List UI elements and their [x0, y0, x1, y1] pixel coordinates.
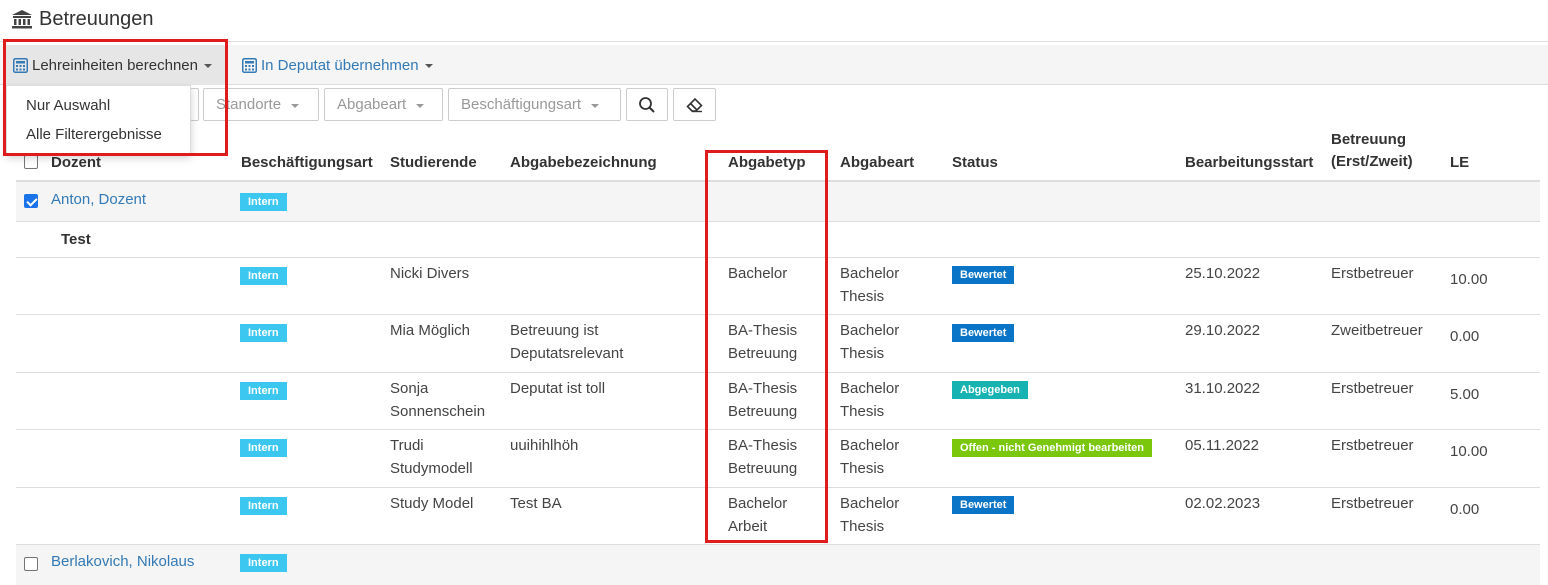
employment-badge: Intern	[240, 554, 287, 572]
col-abgabebezeichnung[interactable]: Abgabebezeichnung	[510, 152, 657, 174]
status-badge: Offen - nicht Genehmigt bearbeiten	[952, 439, 1152, 457]
abgabeart-cell: Bachelor Thesis	[840, 437, 900, 477]
filter-beschaeftigungsart-label: Beschäftigungsart	[461, 96, 582, 113]
filter-beschaeftigungsart[interactable]: Beschäftigungsart	[448, 88, 621, 121]
student-name: Nicki Divers	[390, 265, 470, 282]
institution-icon	[12, 10, 32, 29]
dozent-name-link[interactable]: Berlakovich, Nikolaus	[51, 551, 194, 574]
clear-filter-button[interactable]	[673, 88, 716, 121]
le-value: 5.00	[1450, 386, 1480, 403]
col-beschaeftigungsart[interactable]: Beschäftigungsart	[241, 152, 373, 174]
caret-down-icon	[591, 103, 600, 108]
start-date: 31.10.2022	[1185, 380, 1261, 397]
row-checkbox[interactable]	[24, 557, 38, 571]
le-value: 10.00	[1450, 443, 1488, 460]
betreuung-role: Erstbetreuer	[1331, 437, 1414, 454]
le-value: 10.00	[1450, 271, 1488, 288]
abgabebezeichnung-cell: uuihihlhöh	[510, 437, 579, 454]
page-title: Betreuungen	[39, 8, 154, 30]
col-betreuung[interactable]: Betreuung (Erst/Zweit)	[1331, 129, 1413, 173]
status-badge: Abgegeben	[952, 381, 1028, 399]
start-date: 05.11.2022	[1185, 437, 1259, 454]
betreuung-role: Erstbetreuer	[1331, 380, 1414, 397]
abgabeart-cell: Bachelor Thesis	[840, 380, 900, 420]
col-bearbeitungsstart[interactable]: Bearbeitungsstart	[1185, 152, 1313, 174]
abgabeart-cell: Bachelor Thesis	[840, 495, 900, 535]
abgabeart-cell: Bachelor Thesis	[840, 322, 900, 362]
highlight-box	[3, 39, 228, 156]
betreuung-role: Erstbetreuer	[1331, 265, 1414, 282]
select-all-checkbox[interactable]	[24, 155, 38, 169]
status-badge: Bewertet	[952, 324, 1015, 342]
toolbar: Lehreinheiten berechnen In Deputat übern…	[0, 45, 1548, 85]
start-date: 25.10.2022	[1185, 265, 1261, 282]
col-status[interactable]: Status	[952, 152, 998, 174]
filter-abgabeart[interactable]: Abgabeart	[324, 88, 443, 121]
employment-badge: Intern	[240, 324, 287, 342]
betreuung-role: Zweitbetreuer	[1331, 322, 1423, 339]
group-label: Test	[61, 231, 91, 248]
abgabebezeichnung-cell: Deputat ist toll	[510, 380, 606, 397]
deputat-label: In Deputat übernehmen	[261, 56, 419, 74]
le-value: 0.00	[1450, 328, 1480, 345]
student-name: Sonja Sonnenschein	[390, 380, 486, 420]
status-badge: Bewertet	[952, 496, 1015, 514]
employment-badge: Intern	[240, 193, 287, 211]
student-name: Trudi Studymodell	[390, 437, 473, 477]
col-abgabeart[interactable]: Abgabeart	[840, 152, 914, 174]
col-le[interactable]: LE	[1450, 152, 1469, 174]
start-date: 29.10.2022	[1185, 322, 1261, 339]
dozent-row: Berlakovich, Nikolaus Intern	[16, 545, 1540, 585]
employment-badge: Intern	[240, 439, 287, 457]
page-header: Betreuungen	[0, 0, 1548, 42]
status-badge: Bewertet	[952, 266, 1015, 284]
student-name: Mia Möglich	[390, 322, 471, 339]
caret-down-icon	[424, 64, 433, 68]
betreuung-role: Erstbetreuer	[1331, 495, 1414, 512]
filter-abgabeart-label: Abgabeart	[337, 96, 407, 113]
abgabebezeichnung-cell: Betreuung ist Deputatsrelevant	[510, 322, 624, 362]
calculator-icon	[242, 57, 257, 73]
highlight-box	[705, 150, 828, 543]
employment-badge: Intern	[240, 267, 287, 285]
col-studierende[interactable]: Studierende	[390, 152, 477, 174]
employment-badge: Intern	[240, 382, 287, 400]
col-betreuung-line2: (Erst/Zweit)	[1331, 153, 1413, 170]
employment-badge: Intern	[240, 497, 287, 515]
deputat-button[interactable]: In Deputat übernehmen	[242, 45, 433, 85]
student-name: Study Model	[390, 495, 474, 512]
le-value: 0.00	[1450, 501, 1480, 518]
start-date: 02.02.2023	[1185, 495, 1261, 512]
abgabeart-cell: Bachelor Thesis	[840, 265, 900, 305]
eraser-icon	[685, 97, 703, 112]
search-button[interactable]	[626, 88, 668, 121]
abgabebezeichnung-cell: Test BA	[510, 495, 562, 512]
search-icon	[639, 96, 655, 113]
dozent-name-link[interactable]: Anton, Dozent	[51, 189, 146, 212]
caret-down-icon	[291, 103, 300, 108]
filter-bar: Standorte Abgabeart Beschäftigungsart	[0, 86, 1548, 126]
col-betreuung-line1: Betreuung	[1331, 131, 1406, 148]
caret-down-icon	[416, 103, 425, 108]
row-checkbox[interactable]	[24, 194, 38, 208]
